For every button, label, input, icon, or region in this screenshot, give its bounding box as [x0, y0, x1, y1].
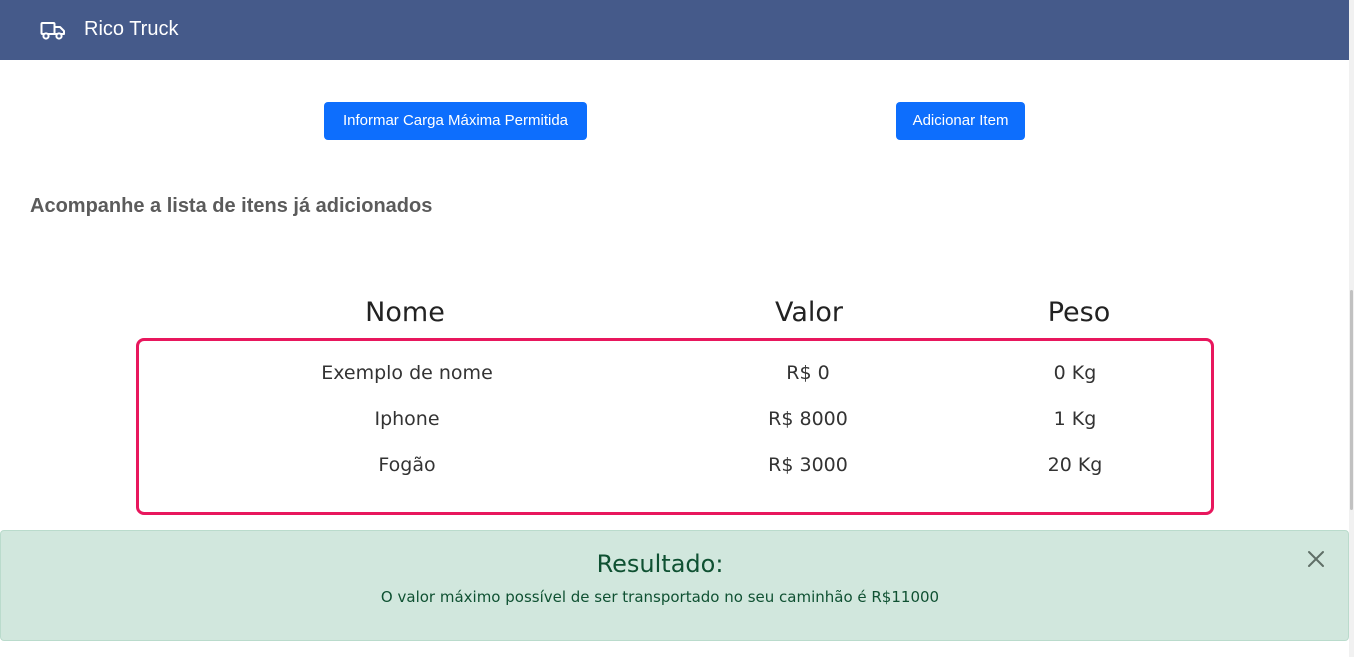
scrollbar-thumb[interactable] — [1350, 290, 1353, 510]
navbar: Rico Truck — [0, 0, 1349, 60]
row-2-valor: R$ 3000 — [768, 454, 848, 476]
close-icon[interactable] — [1306, 549, 1326, 569]
brand-title[interactable]: Rico Truck — [84, 17, 178, 41]
row-1-nome: Iphone — [374, 408, 440, 430]
row-2-peso: 20 Kg — [1047, 454, 1103, 476]
column-header-valor: Valor — [774, 297, 844, 328]
row-1-peso: 1 Kg — [1053, 408, 1097, 430]
result-alert: Resultado: O valor máximo possível de se… — [0, 530, 1349, 641]
adicionar-item-button[interactable]: Adicionar Item — [896, 102, 1025, 140]
informar-carga-button[interactable]: Informar Carga Máxima Permitida — [324, 102, 587, 140]
column-header-peso: Peso — [1047, 297, 1111, 328]
result-heading: Resultado: — [596, 550, 724, 578]
row-0-peso: 0 Kg — [1053, 362, 1097, 384]
page: Rico Truck Informar Carga Máxima Permiti… — [0, 0, 1354, 657]
list-title: Acompanhe a lista de itens já adicionado… — [30, 195, 433, 217]
column-header-nome: Nome — [365, 297, 445, 328]
row-0-nome: Exemplo de nome — [321, 362, 493, 384]
truck-icon — [40, 22, 65, 40]
row-2-nome: Fogão — [378, 454, 436, 476]
row-1-valor: R$ 8000 — [768, 408, 848, 430]
result-message: O valor máximo possível de ser transport… — [380, 588, 940, 606]
row-0-valor: R$ 0 — [786, 362, 830, 384]
scrollbar[interactable] — [1349, 0, 1354, 657]
